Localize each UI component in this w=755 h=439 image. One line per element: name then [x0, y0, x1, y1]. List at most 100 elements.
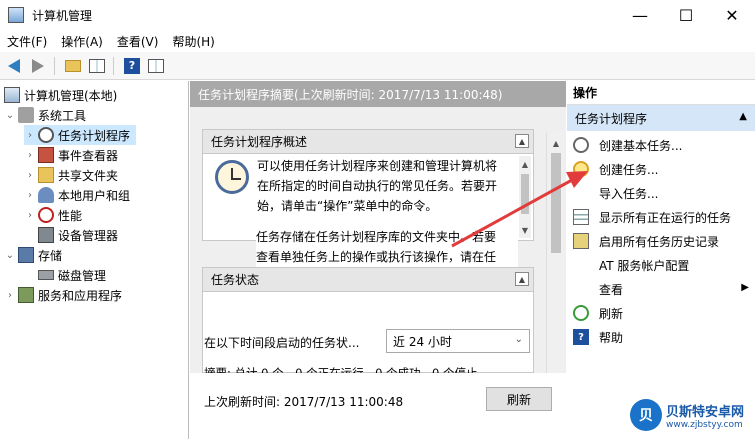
up-level-button[interactable]	[63, 56, 83, 76]
action-label: 创建任务...	[599, 162, 659, 177]
tree-item-system-tools[interactable]: ⌄ 系统工具	[4, 105, 86, 125]
tree-item-label: 事件查看器	[58, 148, 119, 163]
action-create-basic-task[interactable]: 创建基本任务...	[567, 133, 755, 157]
maximize-button[interactable]: ☐	[663, 0, 709, 30]
collapse-up-icon[interactable]: ▲	[515, 272, 529, 286]
tree-item-device-manager[interactable]: 设备管理器	[36, 225, 118, 245]
menu-bar: 文件(F) 操作(A) 查看(V) 帮助(H)	[0, 30, 755, 52]
menu-help[interactable]: 帮助(H)	[165, 33, 221, 50]
menu-view[interactable]: 查看(V)	[110, 33, 166, 50]
overview-line: 查看单独任务上的操作或执行该操作，请在任	[256, 250, 497, 264]
summary-pane: 任务计划程序摘要(上次刷新时间: 2017/7/13 11:00:48) 任务计…	[190, 81, 566, 439]
chevron-right-icon[interactable]: ›	[24, 210, 36, 221]
action-enable-task-history[interactable]: 启用所有任务历史记录	[567, 229, 755, 253]
services-icon	[18, 287, 34, 303]
console-tree-icon	[89, 58, 105, 73]
overview-section: 任务计划程序概述 ▲ 可以使用任务计划程序来创建和管理计算机将 在所指定的时间自…	[202, 129, 534, 241]
clock-icon	[573, 137, 589, 153]
summary-scrollbar[interactable]: ▲ ▼	[546, 133, 564, 399]
tree-item-label: 服务和应用程序	[38, 288, 123, 303]
action-help[interactable]: ? 帮助	[567, 325, 755, 349]
history-icon	[573, 233, 589, 249]
tree-item-storage[interactable]: ⌄ 存储	[4, 245, 62, 265]
device-manager-icon	[38, 227, 54, 243]
help-toolbar-button[interactable]: ?	[122, 56, 142, 76]
tree-item-task-scheduler[interactable]: › 任务计划程序	[24, 125, 136, 145]
overview-line: 任务存储在任务计划程序库的文件夹中。若要	[256, 230, 497, 244]
scroll-thumb[interactable]	[521, 174, 529, 214]
tree-item-shared-folders[interactable]: › 共享文件夹	[24, 165, 118, 185]
computer-management-icon	[8, 7, 24, 23]
action-label: 刷新	[599, 306, 624, 321]
action-label: 导入任务...	[599, 186, 659, 201]
actions-pane: 操作 任务计划程序 ▲ 创建基本任务... 创建任务... 导入任务... 显示…	[567, 81, 755, 439]
time-period-value: 近 24 小时	[393, 334, 452, 349]
scroll-down-icon[interactable]: ▼	[519, 222, 531, 238]
action-create-task[interactable]: 创建任务...	[567, 157, 755, 181]
chevron-down-icon[interactable]: ⌄	[4, 250, 16, 261]
action-label: AT 服务帐户配置	[599, 258, 690, 273]
actions-section-task-scheduler[interactable]: 任务计划程序 ▲	[567, 105, 755, 131]
menu-action[interactable]: 操作(A)	[54, 33, 110, 50]
blank-icon	[573, 281, 589, 297]
action-label: 显示所有正在运行的任务	[599, 210, 732, 225]
tools-icon	[18, 107, 34, 123]
tree-item-disk-management[interactable]: 磁盘管理	[36, 265, 106, 285]
chevron-right-icon[interactable]: ›	[24, 150, 36, 161]
time-period-select[interactable]: 近 24 小时 ⌄	[386, 329, 530, 353]
refresh-button[interactable]: 刷新	[486, 387, 552, 411]
action-at-service-account[interactable]: AT 服务帐户配置	[567, 253, 755, 277]
menu-file[interactable]: 文件(F)	[0, 33, 54, 50]
help-icon: ?	[124, 57, 140, 74]
storage-icon	[18, 247, 34, 263]
watermark-name: 贝斯特安卓网	[666, 404, 745, 420]
chevron-right-icon[interactable]: ›	[24, 130, 36, 141]
window-title: 计算机管理	[32, 8, 93, 23]
tree-item-root[interactable]: 计算机管理(本地)	[2, 85, 117, 105]
action-view[interactable]: 查看 ▶	[567, 277, 755, 301]
tree-item-event-viewer[interactable]: › 事件查看器	[24, 145, 118, 165]
forward-button[interactable]	[28, 56, 48, 76]
chevron-right-icon[interactable]: ›	[4, 290, 16, 301]
tree-item-label: 磁盘管理	[58, 268, 107, 283]
show-hide-action-pane-button[interactable]	[146, 56, 166, 76]
tree-item-performance[interactable]: › 性能	[24, 205, 82, 225]
minimize-button[interactable]: —	[617, 0, 663, 30]
scroll-up-icon[interactable]: ▲	[547, 135, 565, 151]
users-icon	[38, 187, 54, 203]
computer-icon	[4, 87, 20, 103]
action-label: 启用所有任务历史记录	[599, 234, 720, 249]
tree-item-services[interactable]: › 服务和应用程序	[4, 285, 122, 305]
title-bar: 计算机管理 — ☐ ✕	[0, 0, 755, 30]
overview-scrollbar[interactable]: ▲ ▼	[519, 156, 531, 238]
action-import-task[interactable]: 导入任务...	[567, 181, 755, 205]
chevron-right-icon[interactable]: ›	[24, 190, 36, 201]
scroll-up-icon[interactable]: ▲	[519, 156, 531, 172]
scroll-thumb[interactable]	[551, 153, 561, 253]
collapse-up-icon[interactable]: ▲	[739, 111, 747, 122]
disk-icon	[38, 270, 54, 280]
close-button[interactable]: ✕	[709, 0, 755, 30]
tree-item-label: 系统工具	[38, 108, 87, 123]
tree-item-label: 任务计划程序	[58, 128, 131, 143]
tree-item-label: 设备管理器	[58, 228, 119, 243]
chevron-right-icon[interactable]: ›	[24, 170, 36, 181]
watermark: 贝 贝斯特安卓网 www.zjbstyy.com	[630, 394, 750, 436]
back-button[interactable]	[4, 56, 24, 76]
action-label: 帮助	[599, 330, 624, 345]
summary-body: 任务计划程序概述 ▲ 可以使用任务计划程序来创建和管理计算机将 在所指定的时间自…	[190, 107, 566, 399]
chevron-down-icon: ⌄	[514, 334, 523, 345]
action-show-running-tasks[interactable]: 显示所有正在运行的任务	[567, 205, 755, 229]
action-label: 查看	[599, 282, 624, 297]
chevron-down-icon[interactable]: ⌄	[4, 110, 16, 121]
last-refresh-time: 上次刷新时间: 2017/7/13 11:00:48	[204, 395, 404, 409]
collapse-up-icon[interactable]: ▲	[515, 134, 529, 148]
action-pane-icon	[148, 58, 164, 73]
actions-header: 操作	[567, 81, 755, 105]
overview-line: 始，请单击“操作”菜单中的命令。	[257, 199, 438, 213]
tree-item-local-users[interactable]: › 本地用户和组	[24, 185, 130, 205]
watermark-url: www.zjbstyy.com	[666, 419, 743, 430]
action-refresh[interactable]: 刷新	[567, 301, 755, 325]
clock-icon	[38, 127, 54, 143]
show-hide-tree-button[interactable]	[87, 56, 107, 76]
